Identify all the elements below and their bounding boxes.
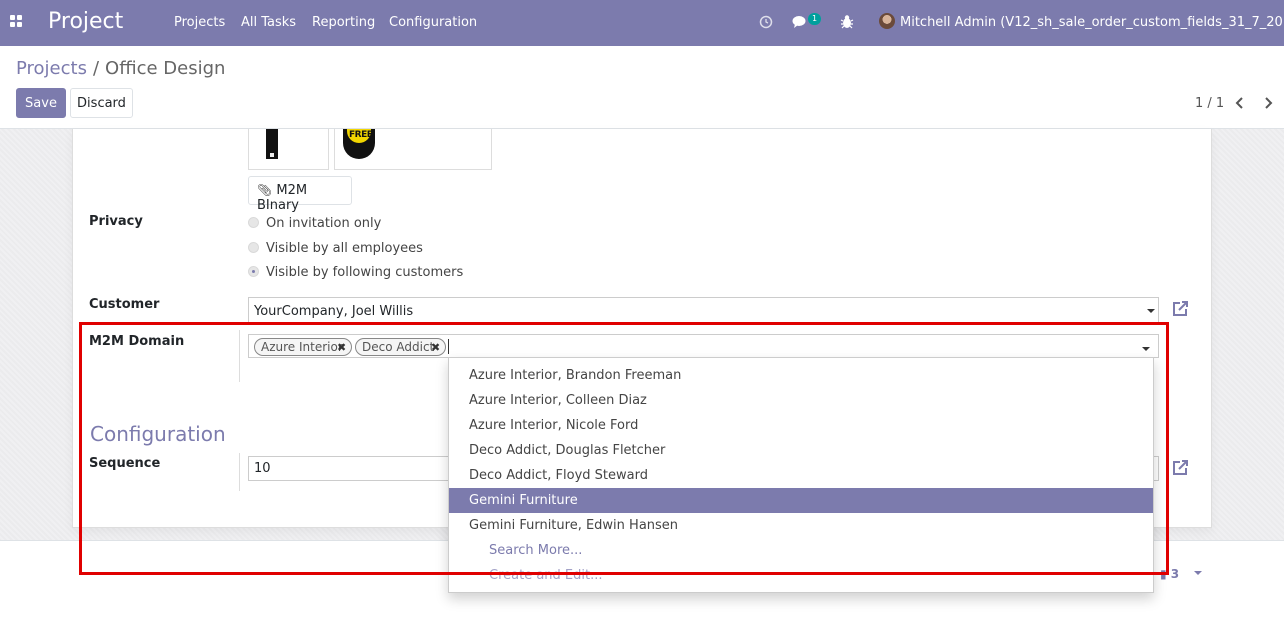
product-image-1 (266, 129, 278, 159)
breadcrumb-parent[interactable]: Projects (16, 58, 87, 79)
m2m-domain-dropdown-caret-icon[interactable] (1142, 347, 1150, 351)
user-avatar[interactable] (879, 13, 895, 29)
privacy-option-employees[interactable]: Visible by all employees (248, 241, 423, 256)
sequence-value: 10 (254, 461, 271, 476)
dropdown-option[interactable]: Deco Addict, Douglas Fletcher (449, 438, 1153, 463)
customer-label: Customer (89, 297, 160, 312)
radio-icon[interactable] (248, 217, 259, 228)
breadcrumb-current: Office Design (105, 58, 226, 79)
image-thumbnail-1[interactable] (248, 129, 329, 170)
external-link-icon[interactable] (1171, 459, 1189, 477)
field-separator (239, 453, 240, 491)
create-and-edit-link[interactable]: Create and Edit... (449, 563, 1153, 588)
radio-icon[interactable] (248, 242, 259, 253)
tag-remove-icon[interactable]: ✖ (431, 341, 440, 354)
followers-count-value: 3 (1170, 567, 1180, 581)
customer-dropdown-caret-icon[interactable] (1147, 309, 1155, 313)
radio-checked-icon[interactable] (248, 266, 259, 277)
sequence-label: Sequence (89, 456, 161, 471)
privacy-option-label: On invitation only (266, 216, 382, 231)
tag-deco-addict[interactable]: Deco Addict ✖ (355, 338, 446, 356)
menu-all-tasks[interactable]: All Tasks (241, 15, 296, 30)
dropdown-option[interactable]: Gemini Furniture, Edwin Hansen (449, 513, 1153, 538)
activity-clock-icon[interactable] (759, 15, 773, 29)
followers-count[interactable]: ▮ 3 (1160, 567, 1179, 581)
dropdown-option[interactable]: Deco Addict, Floyd Steward (449, 463, 1153, 488)
privacy-label: Privacy (89, 214, 143, 229)
breadcrumb: Projects / Office Design (16, 58, 225, 79)
privacy-option-invitation[interactable]: On invitation only (248, 216, 381, 231)
tag-azure-interior[interactable]: Azure Interior ✖ (254, 338, 352, 356)
dropdown-option[interactable]: Azure Interior, Brandon Freeman (449, 363, 1153, 388)
privacy-option-label: Visible by following customers (266, 265, 464, 280)
followers-dropdown-caret-icon[interactable] (1194, 571, 1202, 575)
m2m-binary-button[interactable]: 📎︎ M2M BInary (248, 176, 352, 213)
autocomplete-dropdown: Azure Interior, Brandon Freeman Azure In… (448, 357, 1154, 593)
menu-projects[interactable]: Projects (174, 15, 225, 30)
apps-menu-icon[interactable] (10, 15, 23, 28)
tag-label: Deco Addict (362, 340, 435, 354)
discard-button[interactable]: Discard (70, 88, 133, 118)
tag-label: Azure Interior (261, 340, 343, 354)
app-title: Project (48, 9, 124, 34)
user-menu[interactable]: Mitchell Admin (V12_sh_sale_order_custom… (900, 15, 1284, 30)
pager-next-icon[interactable] (1263, 97, 1273, 109)
pager-value[interactable]: 1 / 1 (1195, 96, 1224, 111)
privacy-option-label: Visible by all employees (266, 241, 423, 256)
field-separator (239, 330, 240, 382)
external-link-icon[interactable] (1171, 300, 1189, 318)
save-button[interactable]: Save (16, 88, 66, 118)
dropdown-option[interactable]: Azure Interior, Colleen Diaz (449, 388, 1153, 413)
bug-icon[interactable] (840, 14, 854, 29)
privacy-option-customers[interactable]: Visible by following customers (248, 265, 463, 280)
configuration-section-title: Configuration (90, 422, 226, 446)
pager-previous-icon[interactable] (1235, 97, 1245, 109)
top-navbar: Project Projects All Tasks Reporting Con… (0, 0, 1284, 46)
customer-value: YourCompany, Joel Willis (254, 304, 414, 319)
free-quote-badge: FREE (349, 130, 373, 140)
m2m-domain-label: M2M Domain (89, 334, 185, 349)
messages-badge: 1 (808, 13, 821, 25)
followers-icon: ▮ (1160, 567, 1167, 581)
chat-bubble-icon[interactable] (792, 15, 808, 29)
tag-remove-icon[interactable]: ✖ (337, 341, 346, 354)
menu-configuration[interactable]: Configuration (389, 15, 477, 30)
paperclip-icon: 📎︎ (257, 183, 273, 197)
search-more-link[interactable]: Search More... (449, 538, 1153, 563)
breadcrumb-separator: / (92, 58, 100, 79)
dropdown-option[interactable]: Azure Interior, Nicole Ford (449, 413, 1153, 438)
dropdown-option-active[interactable]: Gemini Furniture (449, 488, 1153, 513)
text-cursor (448, 339, 449, 354)
menu-reporting[interactable]: Reporting (312, 15, 375, 30)
